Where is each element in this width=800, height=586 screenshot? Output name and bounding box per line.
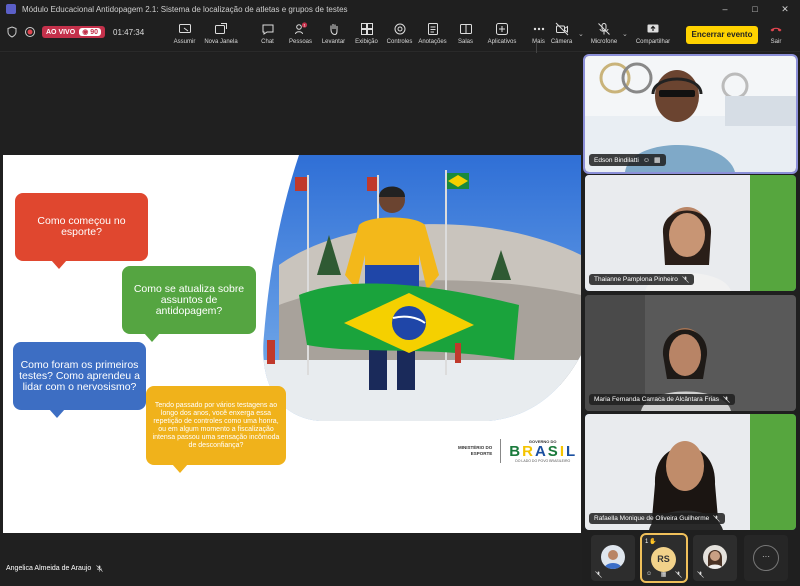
microphone-off-icon <box>675 571 682 578</box>
participant-tile-maria[interactable]: Maria Fernanda Carraca de Alcântara Fria… <box>585 295 796 411</box>
question-bubble-4: Tendo passado por vários testagens ao lo… <box>146 386 286 473</box>
title-bar: Módulo Educacional Antidopagem 2.1: Sist… <box>0 0 800 18</box>
maximize-button[interactable]: □ <box>740 0 770 18</box>
raised-hand-indicator: 1 ✋ <box>645 538 657 546</box>
controls-icon <box>394 23 405 35</box>
gallery-participant-1[interactable] <box>591 535 635 581</box>
gallery-more-participants[interactable]: ··· <box>744 535 788 581</box>
take-control-button[interactable]: Assumir <box>168 22 201 45</box>
raise-hand-button[interactable]: Levantar <box>317 22 350 45</box>
participant-tile-edson[interactable]: Edson Bindilatti ☺ ▦ <box>583 54 798 174</box>
gov-brasil-logo: GOVERNO DO B R A S I L DO LADO DO POVO B… <box>509 439 577 463</box>
people-icon: 1 <box>294 22 307 35</box>
rooms-icon <box>459 24 472 34</box>
participant-name-bar: Thaianne Pamplona Pinheiro <box>589 274 694 285</box>
more-icon <box>533 27 544 31</box>
presenter-label: Angelica Almeida de Araujo <box>6 565 104 572</box>
end-event-button[interactable]: Encerrar evento <box>686 26 758 44</box>
question-bubble-3: Como foram os primeiros testes? Como apr… <box>13 342 146 418</box>
reactions-icon: ☺ <box>642 156 650 164</box>
new-window-button[interactable]: Nova Janela <box>201 22 241 45</box>
toolbar-actions: Assumir Nova Janela Chat 1 Pessoas Levan… <box>168 22 555 45</box>
screen-icon: ▦ <box>660 572 667 578</box>
presentation-slide[interactable]: Como começou no esporte? Como se atualiz… <box>3 155 581 533</box>
camera-button[interactable]: Câmera <box>545 22 578 45</box>
view-icon <box>360 23 373 35</box>
share-screen-icon <box>647 24 659 33</box>
microphone-off-icon <box>713 515 721 522</box>
more-participants-button[interactable]: ··· <box>753 545 779 571</box>
athlete-photo <box>263 155 581 421</box>
microphone-off-icon <box>697 571 704 578</box>
question-bubble-2: Como se atualiza sobre assuntos de antid… <box>122 266 256 342</box>
live-badge[interactable]: AO VIVO ◉ 90 <box>42 26 106 38</box>
participant-name-bar: Edson Bindilatti ☺ ▦ <box>589 154 666 166</box>
participant-name-bar: Maria Fernanda Carraca de Alcântara Fria… <box>589 394 736 405</box>
notes-icon <box>427 23 438 35</box>
participant-name-bar: Rafaella Monique de Oliveira Guilherme <box>589 513 726 524</box>
microphone-button[interactable]: Microfone <box>584 22 624 45</box>
hang-up-icon <box>770 27 782 32</box>
controls-button[interactable]: Controles <box>383 22 416 45</box>
apps-button[interactable]: Aplicativos <box>482 22 522 45</box>
participant-tile-rafaella[interactable]: Rafaella Monique de Oliveira Guilherme <box>585 414 796 530</box>
chat-button[interactable]: Chat <box>251 22 284 45</box>
ministry-logo: MINISTÉRIO DO ESPORTE <box>458 445 493 456</box>
close-button[interactable]: ✕ <box>770 0 800 18</box>
meeting-timer: 01:47:34 <box>113 27 145 37</box>
gallery-participant-rs[interactable]: 1 ✋ RS ☺ ▦ <box>640 533 688 583</box>
reactions-icon: ☺ <box>646 571 653 577</box>
raised-hand-icon: ✋ <box>649 539 657 545</box>
participant-tile-thaianne[interactable]: Thaianne Pamplona Pinheiro <box>585 175 796 291</box>
view-button[interactable]: Exibição <box>350 22 383 45</box>
screen-icon: ▦ <box>653 157 661 164</box>
recording-icon[interactable] <box>24 26 36 38</box>
viewer-count: ◉ 90 <box>79 28 102 36</box>
microphone-off-icon <box>96 565 104 572</box>
shield-icon[interactable] <box>6 26 18 38</box>
government-logos: MINISTÉRIO DO ESPORTE GOVERNO DO B R A S… <box>458 439 576 463</box>
participant-avatar <box>703 545 727 569</box>
leave-button[interactable]: Sair <box>764 22 788 45</box>
microphone-off-icon <box>595 571 602 578</box>
microphone-off-icon <box>598 23 610 35</box>
window-title: Módulo Educacional Antidopagem 2.1: Sist… <box>22 4 348 14</box>
window-controls: – □ ✕ <box>710 0 800 18</box>
raise-hand-icon <box>330 24 337 36</box>
apps-icon <box>496 23 508 35</box>
microphone-off-icon <box>682 276 689 283</box>
meeting-toolbar: AO VIVO ◉ 90 01:47:34 Assumir Nova Janel… <box>0 18 800 64</box>
live-label: AO VIVO <box>46 28 76 36</box>
rooms-button[interactable]: Salas <box>449 22 482 45</box>
gallery-participant-3[interactable] <box>693 535 737 581</box>
share-button[interactable]: Compartilhar <box>632 22 674 45</box>
participant-initials-avatar: RS <box>651 547 676 572</box>
camera-options-chevron-icon[interactable]: ⌄ <box>578 30 584 38</box>
camera-off-icon <box>555 22 568 36</box>
presenter-name: Angelica Almeida de Araujo <box>6 565 92 572</box>
participant-avatar <box>601 545 625 569</box>
mic-options-chevron-icon[interactable]: ⌄ <box>622 30 628 38</box>
chat-icon <box>262 24 273 35</box>
microphone-off-icon <box>723 396 730 403</box>
new-window-icon <box>215 23 227 34</box>
minimize-button[interactable]: – <box>710 0 740 18</box>
logo-divider <box>500 439 502 463</box>
take-control-icon <box>178 24 191 33</box>
question-bubble-1: Como começou no esporte? <box>15 193 148 269</box>
people-button[interactable]: 1 Pessoas <box>284 22 317 45</box>
shared-content-stage: Como começou no esporte? Como se atualiz… <box>0 53 582 586</box>
teams-icon <box>6 4 16 14</box>
notes-button[interactable]: Anotações <box>416 22 449 45</box>
